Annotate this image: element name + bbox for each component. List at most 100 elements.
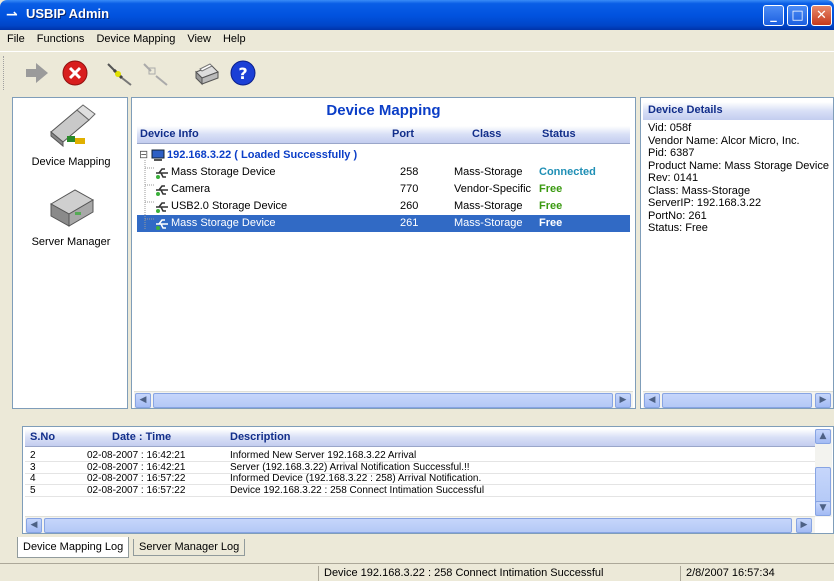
tree-lines (144, 160, 155, 230)
nav-panel: Device Mapping Server Manager (12, 97, 128, 409)
device-details-header: Device Details (643, 102, 833, 120)
device-name: Mass Storage Device (171, 166, 276, 178)
disconnect-icon[interactable] (140, 58, 170, 88)
device-grid-header: Device Info Port Class Status (137, 126, 630, 144)
connect-icon[interactable] (104, 58, 134, 88)
detail-line: PortNo: 261 (648, 209, 707, 222)
log-time: 02-08-2007 : 16:42:21 (87, 450, 186, 461)
usb-stick-icon (50, 104, 96, 148)
scroll-up-icon[interactable]: ▲ (815, 429, 831, 444)
arrow-right-icon[interactable] (22, 58, 52, 88)
help-icon[interactable]: ? (228, 58, 258, 88)
toolbar-grip[interactable] (3, 56, 6, 90)
col-class[interactable]: Class (472, 128, 501, 140)
log-row[interactable]: 5 02-08-2007 : 16:57:22 Device 192.168.3.2… (25, 484, 815, 497)
server-tree-node[interactable]: ⊟ 192.168.3.22 ( Loaded Successfully ) (137, 147, 630, 164)
details-hscrollbar[interactable]: ◀ ▶ (643, 391, 833, 408)
log-row[interactable]: 3 02-08-2007 : 16:42:21 Server (192.168.3.… (25, 461, 815, 474)
log-row[interactable]: 2 02-08-2007 : 16:42:21 Informed New Serve… (25, 450, 815, 462)
device-class: Vendor-Specific (454, 183, 532, 195)
menu-view[interactable]: View (180, 30, 216, 45)
scroll-left-icon[interactable]: ◀ (135, 393, 151, 408)
nav-item-server-manager[interactable] (13, 180, 129, 232)
menu-functions[interactable]: Functions (30, 30, 90, 45)
nav-label-device-mapping[interactable]: Device Mapping (13, 156, 129, 168)
log-vscrollbar[interactable]: ▲ ▼ (815, 429, 832, 517)
detail-line: Rev: 0141 (648, 172, 699, 184)
scroll-down-icon[interactable]: ▼ (815, 501, 831, 516)
device-name: Camera (171, 183, 211, 195)
device-status: Free (539, 217, 563, 229)
log-desc: Server (192.168.3.22) Arrival Notificati… (230, 461, 470, 473)
maximize-icon: □ (791, 8, 804, 23)
col-device-info[interactable]: Device Info (140, 128, 199, 140)
scroll-right-icon[interactable]: ▶ (615, 393, 631, 408)
device-mapping-panel: Device Mapping Device Info Port Class St… (131, 97, 636, 409)
tab-server-manager-log[interactable]: Server Manager Log (133, 539, 246, 556)
device-class: Mass-Storage (454, 200, 523, 212)
col-description[interactable]: Description (230, 431, 291, 443)
log-hscrollbar[interactable]: ◀ ▶ (25, 516, 815, 533)
scroll-right-icon[interactable]: ▶ (815, 393, 831, 408)
nav-label-server-manager[interactable]: Server Manager (13, 236, 129, 248)
status-datetime: 2/8/2007 16:57:34 (680, 566, 834, 581)
col-datetime[interactable]: Date : Time (112, 431, 171, 443)
device-port: 261 (400, 217, 419, 229)
svg-text:?: ? (238, 64, 247, 83)
device-row[interactable]: Mass Storage Device 261 Mass-Storage Free (137, 215, 630, 232)
detail-line: Product Name: Mass Storage Device (648, 159, 829, 172)
log-row-divider (25, 495, 815, 497)
device-status: Free (539, 200, 563, 212)
detail-line: Pid: 6387 (648, 147, 695, 159)
server-label: 192.168.3.22 ( Loaded Successfully ) (167, 149, 358, 161)
close-button[interactable]: ✕ (811, 5, 832, 26)
printer-icon[interactable] (190, 58, 220, 88)
device-mapping-title: Device Mapping (326, 102, 441, 119)
minimize-icon: _ (770, 8, 777, 23)
device-status: Free (539, 183, 563, 195)
stop-icon[interactable] (60, 58, 90, 88)
scroll-left-icon[interactable]: ◀ (644, 393, 660, 408)
menu-help[interactable]: Help (216, 30, 251, 45)
col-status[interactable]: Status (542, 128, 576, 140)
log-sno: 4 (30, 473, 36, 484)
log-desc: Informed New Server 192.168.3.22 Arrival (230, 450, 417, 461)
log-row[interactable]: 4 02-08-2007 : 16:57:22 Informed Device (1… (25, 473, 815, 485)
details-scroll-thumb[interactable] (662, 393, 812, 408)
device-row[interactable]: USB2.0 Storage Device 260 Mass-Storage Free (137, 198, 630, 215)
log-time: 02-08-2007 : 16:57:22 (87, 473, 186, 484)
title-bar: ⇀ USBIP Admin _ □ ✕ (0, 0, 834, 30)
log-scroll-thumb[interactable] (44, 518, 792, 533)
device-name: Mass Storage Device (171, 217, 276, 229)
log-grid-header: S.No Date : Time Description (25, 429, 815, 447)
tab-device-mapping-log[interactable]: Device Mapping Log (17, 537, 130, 558)
scroll-left-icon[interactable]: ◀ (26, 518, 42, 533)
log-vscroll-thumb[interactable] (815, 467, 831, 505)
detail-line: Vendor Name: Alcor Micro, Inc. (648, 134, 800, 147)
log-sno: 5 (30, 484, 36, 496)
device-hscrollbar[interactable]: ◀ ▶ (134, 391, 633, 408)
usb-app-icon: ⇀ (6, 7, 18, 23)
device-port: 260 (400, 200, 419, 212)
nav-item-device-mapping[interactable] (13, 102, 129, 152)
menu-device-mapping[interactable]: Device Mapping (89, 30, 180, 45)
window-title: USBIP Admin (26, 6, 110, 21)
device-row[interactable]: Camera 770 Vendor-Specific Free (137, 181, 630, 198)
col-port[interactable]: Port (392, 128, 414, 140)
device-scroll-thumb[interactable] (153, 393, 613, 408)
status-message: Device 192.168.3.22 : 258 Connect Intima… (318, 566, 680, 581)
scroll-right-icon[interactable]: ▶ (796, 518, 812, 533)
menu-file[interactable]: File (0, 30, 30, 45)
minimize-button[interactable]: _ (763, 5, 784, 26)
close-icon: ✕ (816, 8, 827, 23)
toolbar: ? (0, 51, 834, 95)
col-sno[interactable]: S.No (30, 431, 55, 443)
maximize-button[interactable]: □ (787, 5, 808, 26)
detail-line: Class: Mass-Storage (648, 184, 751, 197)
device-row[interactable]: Mass Storage Device 258 Mass-Storage Connec… (137, 164, 630, 181)
device-status: Connected (539, 166, 596, 178)
server-box-icon (49, 189, 95, 227)
detail-line: Vid: 058f (648, 122, 692, 134)
detail-line: Status: Free (648, 222, 708, 234)
device-class: Mass-Storage (454, 166, 523, 178)
